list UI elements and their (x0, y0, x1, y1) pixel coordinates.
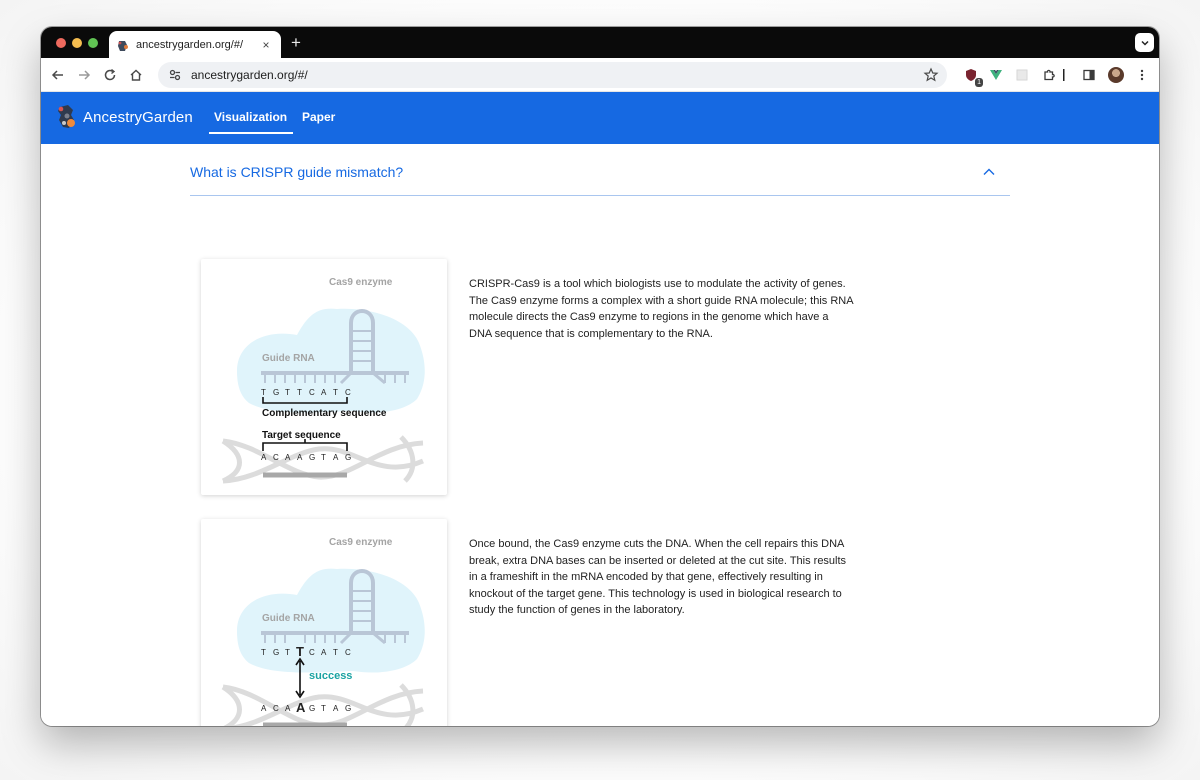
target-dna-base: A (297, 453, 303, 462)
guide-rna-base: T (285, 648, 290, 657)
arrow-right-icon (79, 70, 91, 80)
target-dna-base: A (296, 700, 306, 715)
blank-extension-icon (1016, 69, 1028, 81)
side-panel-icon (1083, 69, 1095, 81)
target-dna-base: G (345, 704, 351, 713)
browser-window: ancestrygarden.org/#/ × + ancestrygarden… (41, 27, 1159, 726)
guide-rna-label: Guide RNA (262, 613, 315, 624)
address-bar[interactable]: ancestrygarden.org/#/ (158, 62, 947, 88)
target-dna-base: G (345, 453, 351, 462)
close-window-button[interactable] (56, 38, 66, 48)
guide-rna-base: C (309, 388, 315, 397)
crispr-binding-diagram: Cas9 enzyme Guide RNA TGTTCATC Complemen… (221, 277, 425, 484)
reload-icon (104, 68, 116, 81)
target-dna-base: G (309, 453, 315, 462)
success-label: success (309, 670, 352, 682)
target-dna-base: T (321, 453, 326, 462)
brand-link[interactable]: AncestryGarden (55, 103, 193, 131)
guide-rna-base: T (261, 388, 266, 397)
complementary-sequence-label: Complementary sequence (262, 408, 387, 419)
figure-card-binding: Cas9 enzyme Guide RNA TGTTCATC Complemen… (201, 259, 447, 495)
guide-rna-label: Guide RNA (262, 353, 315, 364)
app-header: AncestryGarden Visualization Paper (41, 92, 1159, 144)
target-dna-base: A (261, 704, 267, 713)
paragraph-binding: CRISPR-Cas9 is a tool which biologists u… (469, 278, 853, 340)
figure-card-cutting: Cas9 enzyme Guide RNA TGTTCATC success A… (201, 519, 447, 726)
target-dna-base: A (333, 453, 339, 462)
back-button[interactable] (49, 66, 67, 84)
nav-visualization[interactable]: Visualization (208, 110, 294, 134)
guide-rna-base: A (321, 388, 327, 397)
reload-button[interactable] (101, 66, 119, 84)
browser-toolbar: ancestrygarden.org/#/ 1 (41, 58, 1159, 92)
guide-rna-base: G (273, 648, 279, 657)
new-tab-button[interactable]: + (288, 33, 304, 53)
tab-strip: ancestrygarden.org/#/ × + (41, 27, 1159, 58)
vue-icon (990, 70, 1002, 80)
extension-placeholder-button[interactable] (1013, 66, 1031, 84)
toolbar-divider (1061, 66, 1067, 84)
guide-rna-base: C (345, 648, 351, 657)
avatar (1108, 67, 1124, 83)
tab-search-button[interactable] (1135, 33, 1154, 52)
side-panel-button[interactable] (1080, 66, 1098, 84)
target-dna-base: A (333, 704, 339, 713)
target-dna-base: T (321, 704, 326, 713)
nav-paper[interactable]: Paper (302, 110, 335, 124)
extension-shield-button[interactable]: 1 (962, 66, 983, 87)
zoom-window-button[interactable] (88, 38, 98, 48)
enzyme-label: Cas9 enzyme (329, 537, 393, 548)
target-dna-base: G (309, 704, 315, 713)
guide-rna-base: T (261, 648, 266, 657)
forward-button[interactable] (75, 66, 93, 84)
chevron-up-icon[interactable] (982, 165, 996, 179)
minimize-window-button[interactable] (72, 38, 82, 48)
bookmark-star-icon[interactable] (923, 67, 939, 83)
target-dna-base: A (261, 453, 267, 462)
kebab-menu-icon (1140, 69, 1144, 81)
extension-vue-button[interactable] (987, 66, 1005, 84)
chevron-down-icon (1140, 40, 1149, 46)
guide-rna-base: C (345, 388, 351, 397)
arrow-left-icon (51, 70, 63, 80)
guide-rna-base: T (297, 388, 302, 397)
target-dna-base: C (273, 453, 279, 462)
home-icon (130, 69, 142, 81)
guide-rna-base: T (285, 388, 290, 397)
target-dna-base: A (285, 704, 291, 713)
guide-rna-base: G (273, 388, 279, 397)
tab-close-icon[interactable]: × (259, 38, 273, 52)
home-button[interactable] (127, 66, 145, 84)
guide-rna-base: T (296, 644, 304, 659)
guide-rna-base: T (333, 388, 338, 397)
profile-button[interactable] (1107, 66, 1125, 84)
guide-rna-base: T (333, 648, 338, 657)
extension-badge: 1 (975, 78, 983, 87)
url-text: ancestrygarden.org/#/ (191, 68, 308, 82)
tab-title: ancestrygarden.org/#/ (136, 38, 244, 51)
browser-tab[interactable]: ancestrygarden.org/#/ × (109, 31, 281, 58)
page-content: What is CRISPR guide mismatch? Cas9 enzy… (41, 144, 1159, 726)
site-settings-icon[interactable] (168, 68, 182, 82)
crispr-cutting-diagram: Cas9 enzyme Guide RNA TGTTCATC success A… (221, 537, 425, 726)
guide-rna-base: C (309, 648, 315, 657)
site-favicon-icon (117, 39, 129, 51)
accordion-title: What is CRISPR guide mismatch? (190, 164, 404, 180)
guide-rna-base: A (321, 648, 327, 657)
puzzle-icon (1044, 69, 1055, 81)
faq-accordion-header[interactable]: What is CRISPR guide mismatch? (190, 158, 1010, 196)
target-dna-base: C (273, 704, 279, 713)
browser-menu-button[interactable] (1133, 66, 1151, 84)
paragraph-cutting: Once bound, the Cas9 enzyme cuts the DNA… (469, 538, 847, 617)
target-dna-base: A (285, 453, 291, 462)
ancestrygarden-logo-icon (58, 105, 75, 128)
extensions-menu-button[interactable] (1040, 66, 1058, 84)
brand-name: AncestryGarden (83, 108, 193, 126)
target-sequence-label: Target sequence (262, 430, 341, 441)
enzyme-label: Cas9 enzyme (329, 277, 393, 288)
